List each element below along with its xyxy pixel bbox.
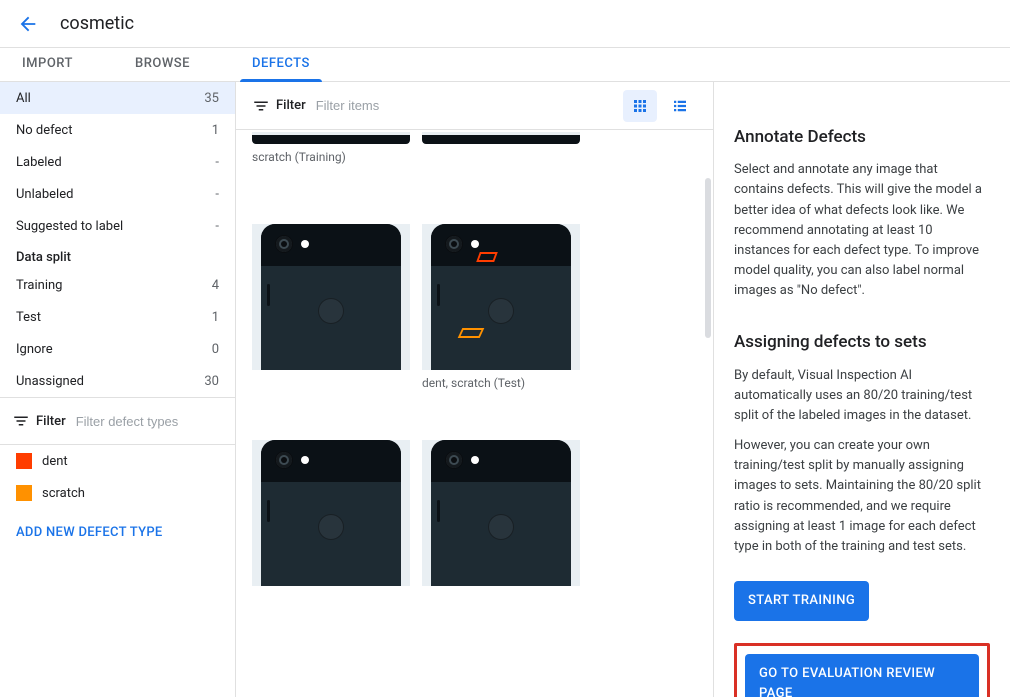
defect-type-scratch[interactable]: scratch xyxy=(0,477,235,509)
sidebar-item-count: 4 xyxy=(212,278,219,293)
sidebar-item-count: - xyxy=(215,155,219,170)
defect-type-label: scratch xyxy=(42,486,85,501)
sidebar-item-unassigned[interactable]: Unassigned 30 xyxy=(0,365,235,397)
sidebar-item-count: 1 xyxy=(212,310,219,325)
image-thumbnail[interactable] xyxy=(422,134,580,144)
filter-label: Filter xyxy=(276,98,306,113)
tab-browse[interactable]: BROWSE xyxy=(131,56,194,81)
defect-annotation xyxy=(476,252,498,262)
image-thumbnail[interactable] xyxy=(252,134,410,144)
image-thumbnail[interactable] xyxy=(252,440,410,586)
defect-annotation xyxy=(458,328,485,338)
main: All 35 No defect 1 Labeled - Unlabeled -… xyxy=(0,82,1010,697)
sidebar-item-suggested[interactable]: Suggested to label - xyxy=(0,210,235,242)
sidebar: All 35 No defect 1 Labeled - Unlabeled -… xyxy=(0,82,236,697)
filter-icon xyxy=(252,97,270,115)
back-arrow-icon[interactable] xyxy=(16,12,40,36)
filter-label: Filter xyxy=(36,414,66,429)
panel-text: However, you can create your own trainin… xyxy=(734,436,990,557)
sidebar-item-label: Unlabeled xyxy=(16,187,73,202)
sidebar-item-count: 1 xyxy=(212,123,219,138)
sidebar-item-label: No defect xyxy=(16,123,72,138)
sidebar-item-training[interactable]: Training 4 xyxy=(0,269,235,301)
defect-type-filter-input[interactable] xyxy=(76,414,236,429)
sidebar-item-count: 0 xyxy=(212,342,219,357)
sidebar-item-all[interactable]: All 35 xyxy=(0,82,235,114)
sidebar-item-label: Ignore xyxy=(16,342,53,357)
defect-type-label: dent xyxy=(42,454,68,469)
image-thumbnail[interactable] xyxy=(252,224,410,370)
panel-text: By default, Visual Inspection AI automat… xyxy=(734,366,990,426)
sidebar-item-label: All xyxy=(16,91,31,106)
page-title: cosmetic xyxy=(60,13,134,34)
add-new-defect-type-button[interactable]: ADD NEW DEFECT TYPE xyxy=(0,509,235,556)
swatch-icon xyxy=(16,485,32,501)
swatch-icon xyxy=(16,453,32,469)
start-training-button[interactable]: START TRAINING xyxy=(734,581,869,621)
sidebar-item-count: - xyxy=(215,187,219,202)
list-view-icon[interactable] xyxy=(663,90,697,122)
sidebar-item-label: Unassigned xyxy=(16,374,84,389)
grid-view-icon[interactable] xyxy=(623,90,657,122)
topbar: cosmetic xyxy=(0,0,1010,48)
image-caption: dent, scratch (Test) xyxy=(422,376,697,390)
panel-heading: Annotate Defects xyxy=(734,124,990,150)
sidebar-item-nodefect[interactable]: No defect 1 xyxy=(0,114,235,146)
sidebar-item-label: Test xyxy=(16,310,41,325)
view-mode-switch xyxy=(623,90,697,122)
scrollbar-thumb[interactable] xyxy=(705,178,711,338)
go-to-evaluation-button[interactable]: GO TO EVALUATION REVIEW PAGE xyxy=(745,654,979,697)
tabs: IMPORT BROWSE DEFECTS xyxy=(0,48,1010,82)
gallery: Filter scratch (Training) xyxy=(236,82,714,697)
defect-type-filter-bar: Filter xyxy=(0,397,235,445)
sidebar-item-test[interactable]: Test 1 xyxy=(0,301,235,333)
sidebar-item-labeled[interactable]: Labeled - xyxy=(0,146,235,178)
highlighted-action: GO TO EVALUATION REVIEW PAGE xyxy=(734,643,990,697)
tab-import[interactable]: IMPORT xyxy=(18,56,77,81)
sidebar-item-count: 30 xyxy=(204,374,219,389)
image-thumbnail[interactable] xyxy=(422,224,580,370)
image-caption: scratch (Training) xyxy=(252,150,697,164)
sidebar-item-count: - xyxy=(215,219,219,234)
sidebar-item-label: Suggested to label xyxy=(16,219,123,234)
sidebar-item-ignore[interactable]: Ignore 0 xyxy=(0,333,235,365)
defect-type-dent[interactable]: dent xyxy=(0,445,235,477)
data-split-heading: Data split xyxy=(0,242,235,269)
filter-icon xyxy=(12,412,30,430)
gallery-toolbar: Filter xyxy=(236,82,713,130)
sidebar-item-label: Training xyxy=(16,278,62,293)
gallery-filter-input[interactable] xyxy=(316,98,623,113)
sidebar-item-label: Labeled xyxy=(16,155,62,170)
tab-defects[interactable]: DEFECTS xyxy=(248,56,314,81)
panel-heading: Assigning defects to sets xyxy=(734,329,990,355)
sidebar-item-unlabeled[interactable]: Unlabeled - xyxy=(0,178,235,210)
panel-text: Select and annotate any image that conta… xyxy=(734,160,990,301)
image-thumbnail[interactable] xyxy=(422,440,580,586)
sidebar-item-count: 35 xyxy=(204,91,219,106)
gallery-scroll[interactable]: scratch (Training) dent, scratch (Test) xyxy=(236,130,713,697)
help-panel: Annotate Defects Select and annotate any… xyxy=(714,82,1010,697)
